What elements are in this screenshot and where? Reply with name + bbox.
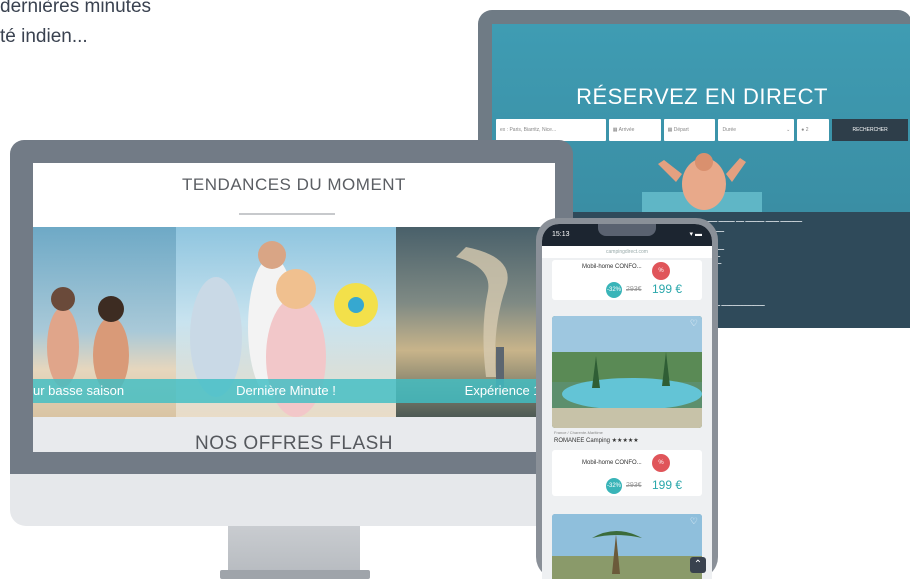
address-bar[interactable]: campingdirect.com <box>542 246 712 258</box>
trends-gallery: ur basse saison Dernière Minute ! Expéri… <box>33 227 555 417</box>
promo-badge-2: % <box>652 454 670 472</box>
price-1: 199 € <box>652 282 683 296</box>
pool-image <box>552 316 702 428</box>
monitor-bezel: TENDANCES DU MOMENT ur basse saison Dern… <box>10 140 573 474</box>
arrival-date-input[interactable]: ▦ Arrivée <box>608 119 661 141</box>
trend-card-low-season[interactable]: ur basse saison <box>33 227 176 417</box>
discount-badge-2: -32% <box>606 478 622 494</box>
signal-icon: ▾ ▬ <box>689 231 702 238</box>
search-button[interactable]: RECHERCHER <box>832 119 908 141</box>
intro-text: dernières minutes té indien... <box>0 0 151 52</box>
smartphone-device: 15:13 ▾ ▬ campingdirect.com Mobil-home C… <box>536 218 718 579</box>
intro-line-2: té indien... <box>0 26 88 47</box>
heart-icon[interactable]: ♡ <box>690 318 698 329</box>
price-2: 199 € <box>652 478 683 492</box>
phone-notch <box>598 224 656 236</box>
intro-line-1: dernières minutes <box>0 0 152 17</box>
people-count: 2 <box>805 127 809 133</box>
offer-title-1: Mobil-home CONFO... <box>582 264 642 270</box>
monitor-stand-base <box>220 570 370 579</box>
flash-offers-heading: NOS OFFRES FLASH <box>194 433 394 452</box>
duration-select[interactable]: Durée ⌄ <box>718 119 795 141</box>
old-price-1: 293€ <box>626 286 642 293</box>
caption-experience: Expérience 100 <box>396 379 555 403</box>
promo-badge: % <box>652 262 670 280</box>
hero-title: RÉSERVEZ EN DIRECT <box>576 84 828 109</box>
chevron-down-icon: ⌄ <box>786 127 791 133</box>
departure-label: Départ <box>673 127 689 133</box>
status-time: 15:13 <box>552 231 570 238</box>
caption-low-season: ur basse saison <box>33 379 176 403</box>
heart-icon[interactable]: ♡ <box>690 516 698 527</box>
trend-card-experience[interactable]: Expérience 100 <box>396 227 555 417</box>
monitor-chin <box>10 474 573 526</box>
desktop-monitor: TENDANCES DU MOMENT ur basse saison Dern… <box>10 140 573 579</box>
trend-card-last-minute[interactable]: Dernière Minute ! <box>176 227 396 417</box>
destination-input[interactable]: ex : Paris, Biarritz, Nice... <box>496 119 606 141</box>
offer-location-2: France / Charente-Maritime <box>554 430 603 435</box>
scroll-top-button[interactable]: ⌃ <box>690 557 706 573</box>
palms-image <box>552 514 702 579</box>
offer-card-1[interactable]: Mobil-home CONFO... % -32% 293€ 199 € <box>552 260 702 300</box>
discount-badge-1: -32% <box>606 282 622 298</box>
departure-date-input[interactable]: ▦ Départ <box>663 119 716 141</box>
offer-card-2[interactable]: Mobil-home CONFO... % -32% 293€ 199 € <box>552 450 702 496</box>
offer-image-pool[interactable]: ♡ <box>552 316 702 428</box>
offer-subtitle-2: Mobil-home CONFO... <box>582 460 642 466</box>
people-select[interactable]: ● 2 <box>797 119 830 141</box>
caption-last-minute: Dernière Minute ! <box>176 379 396 403</box>
monitor-stand <box>228 526 360 574</box>
status-bar: 15:13 ▾ ▬ <box>542 224 712 246</box>
offer-image-palms[interactable]: ♡ <box>552 514 702 579</box>
offer-title-2: ROMANEE Camping ★★★★★ <box>554 438 639 444</box>
monitor-screen: TENDANCES DU MOMENT ur basse saison Dern… <box>33 163 555 452</box>
old-price-2: 293€ <box>626 482 642 489</box>
heading-divider <box>239 213 335 215</box>
trends-heading: TENDANCES DU MOMENT <box>182 175 406 194</box>
arrival-label: Arrivée <box>618 127 635 133</box>
duration-label: Durée <box>722 127 737 133</box>
swimmer-image <box>642 153 762 212</box>
phone-screen: 15:13 ▾ ▬ campingdirect.com Mobil-home C… <box>542 224 712 579</box>
